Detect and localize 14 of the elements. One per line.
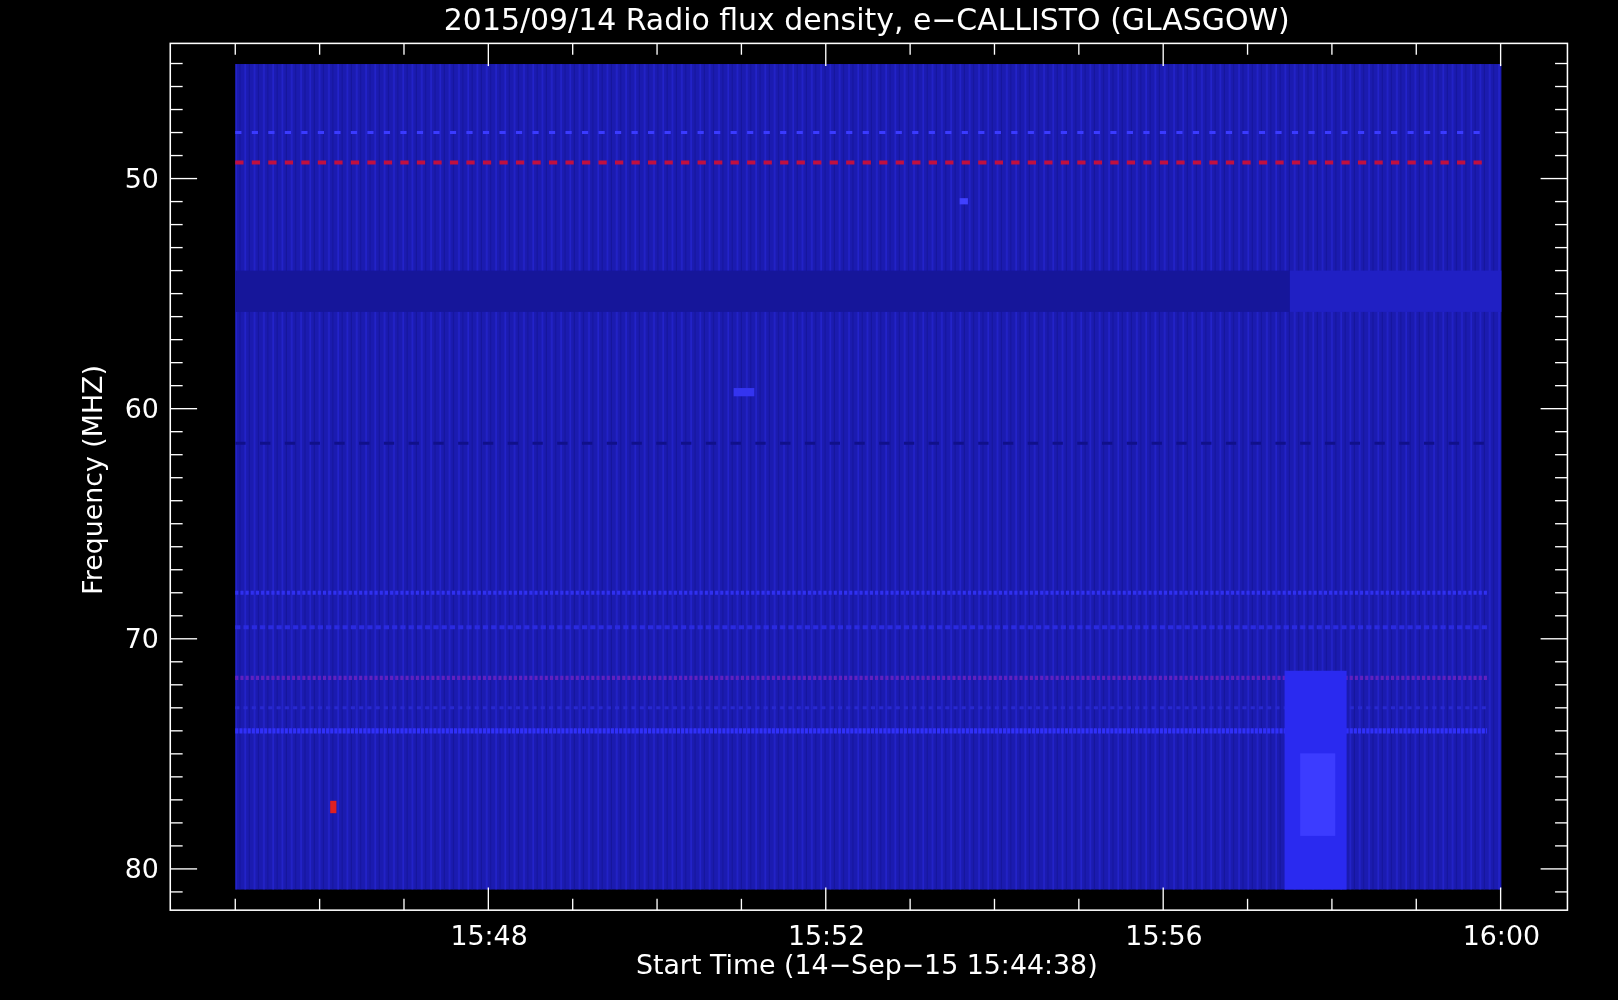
tick-label: 80 [124, 853, 159, 885]
tick-label: 50 [124, 162, 159, 194]
tick-label: 70 [124, 623, 159, 655]
signal-spot [330, 800, 337, 814]
signal-spot [733, 388, 755, 397]
signal-spot [959, 198, 968, 205]
plot-title: 2015/09/14 Radio flux density, e−CALLISTO (GLASGOW) [443, 2, 1290, 37]
axis-label: Start Time (14−Sep−15 15:44:38) [635, 949, 1098, 981]
tick-label: 15:52 [787, 920, 866, 952]
tick-label: 16:00 [1462, 920, 1541, 952]
tick-label: 60 [124, 392, 159, 424]
tick-label: 15:56 [1125, 920, 1203, 952]
axis-label: Frequency (MHZ) [77, 365, 109, 595]
tick-label: 15:48 [450, 920, 528, 952]
